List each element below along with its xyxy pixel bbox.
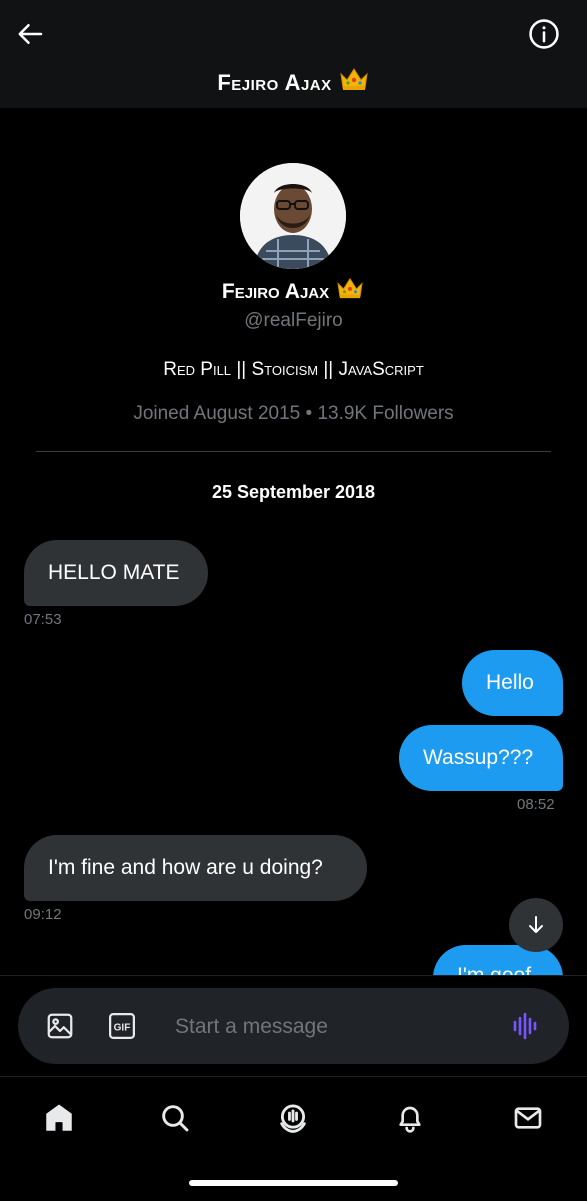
message-text: HELLO MATE: [48, 561, 180, 584]
voice-waveform-icon: [513, 1012, 537, 1040]
info-icon: [529, 19, 559, 49]
message-text: Wassup???: [423, 746, 534, 769]
message-bubble-out[interactable]: Wassup???: [399, 725, 563, 791]
add-gif-button[interactable]: GIF: [104, 1008, 140, 1044]
message-text: Hello: [486, 671, 534, 694]
tab-notifications[interactable]: [385, 1093, 435, 1143]
conversation-header: Fejiro Ajax: [0, 0, 587, 108]
image-icon: [47, 1013, 73, 1039]
search-icon: [162, 1105, 189, 1132]
tab-spaces[interactable]: [268, 1093, 318, 1143]
profile-handle: @realFejiro: [244, 310, 343, 331]
back-button[interactable]: [9, 12, 53, 56]
header-title[interactable]: Fejiro Ajax: [0, 66, 587, 100]
info-button[interactable]: [522, 12, 566, 56]
message-bubble-out[interactable]: Hello: [462, 650, 563, 716]
add-image-button[interactable]: [42, 1008, 78, 1044]
profile-name-text: Fejiro Ajax: [221, 280, 330, 303]
messages-icon: [514, 1107, 542, 1129]
message-timestamp: 08:52: [517, 796, 555, 813]
arrow-left-icon: [18, 24, 43, 44]
followers-count[interactable]: 13.9K Followers: [317, 403, 453, 424]
gif-icon: GIF: [109, 1013, 135, 1039]
joined-date: Joined August 2015: [133, 403, 301, 424]
scroll-to-bottom-button[interactable]: [509, 898, 563, 952]
message-bubble-in[interactable]: HELLO MATE: [24, 540, 208, 606]
message-input[interactable]: [173, 1010, 497, 1044]
tab-messages[interactable]: [503, 1093, 553, 1143]
crown-icon: [335, 276, 365, 308]
profile-bio: Red Pill || Stoicism || JavaScript: [163, 359, 424, 380]
tab-search[interactable]: [150, 1093, 200, 1143]
voice-message-button[interactable]: [508, 1008, 544, 1044]
message-timestamp: 09:12: [24, 906, 62, 923]
arrow-down-icon: [529, 916, 543, 933]
header-name: Fejiro Ajax: [217, 70, 332, 95]
message-composer: GIF: [18, 988, 569, 1064]
home-indicator: [189, 1180, 398, 1186]
date-separator: 25 September 2018: [211, 482, 376, 502]
spaces-icon: [280, 1104, 306, 1133]
crown-icon: [338, 66, 370, 100]
message-timestamp: 07:53: [24, 611, 62, 628]
profile-name[interactable]: Fejiro Ajax: [0, 276, 587, 308]
profile-meta: Joined August 2015 • 13.9K Followers: [0, 401, 587, 427]
message-bubble-in[interactable]: I'm fine and how are u doing?: [24, 835, 367, 901]
tab-home[interactable]: [34, 1093, 84, 1143]
home-icon: [46, 1104, 72, 1131]
avatar[interactable]: [240, 163, 346, 269]
notifications-icon: [399, 1106, 421, 1133]
meta-separator: •: [305, 403, 313, 424]
divider: [36, 451, 551, 452]
message-text: I'm fine and how are u doing?: [48, 856, 323, 879]
gif-label: GIF: [114, 1022, 131, 1033]
